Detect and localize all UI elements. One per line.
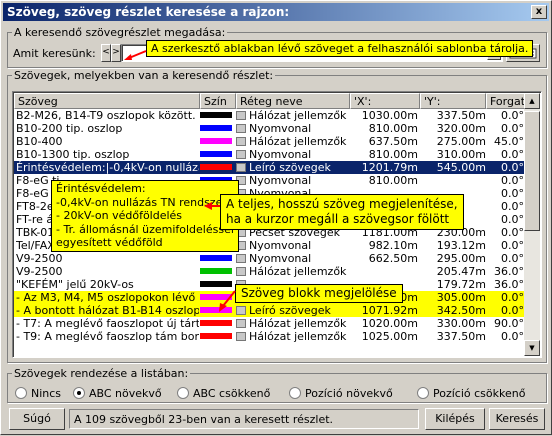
sort-none-label: Nincs <box>31 387 62 400</box>
sort-abc-desc-radio[interactable]: ABC csökkenő <box>177 387 270 400</box>
arrow-head <box>219 303 227 312</box>
sort-abc-desc-label: ABC csökkenő <box>193 387 271 400</box>
sort-abc-asc-label: ABC növekvő <box>89 387 162 400</box>
arrow-head <box>204 202 212 210</box>
radio-icon <box>177 387 189 399</box>
status-text: A 109 szövegből 23-ben van a keresett ré… <box>69 409 419 429</box>
search-dialog: Szöveg, szöveg részlet keresése a rajzon… <box>0 0 552 435</box>
arrow-head <box>124 54 132 60</box>
sort-pos-desc-radio[interactable]: Pozíció csökkenő <box>417 387 525 400</box>
sort-group-legend: Szövegek rendezése a listában: <box>14 367 189 380</box>
arrow-line <box>222 290 236 307</box>
radio-icon <box>417 387 429 399</box>
sort-pos-asc-label: Pozíció növekvő <box>305 387 393 400</box>
help-button[interactable]: Súgó <box>9 408 65 430</box>
search-button[interactable]: Keresés <box>489 408 545 430</box>
radio-icon <box>15 387 27 399</box>
sort-pos-desc-label: Pozíció csökkenő <box>433 387 526 400</box>
sort-none-radio[interactable]: Nincs <box>15 387 61 400</box>
radio-icon <box>289 387 301 399</box>
exit-button[interactable]: Kilépés <box>425 408 485 430</box>
sort-abc-asc-radio[interactable]: ABC növekvő <box>73 387 162 400</box>
arrow-line <box>128 50 147 59</box>
radio-selected-icon <box>73 387 85 399</box>
sort-pos-asc-radio[interactable]: Pozíció növekvő <box>289 387 393 400</box>
